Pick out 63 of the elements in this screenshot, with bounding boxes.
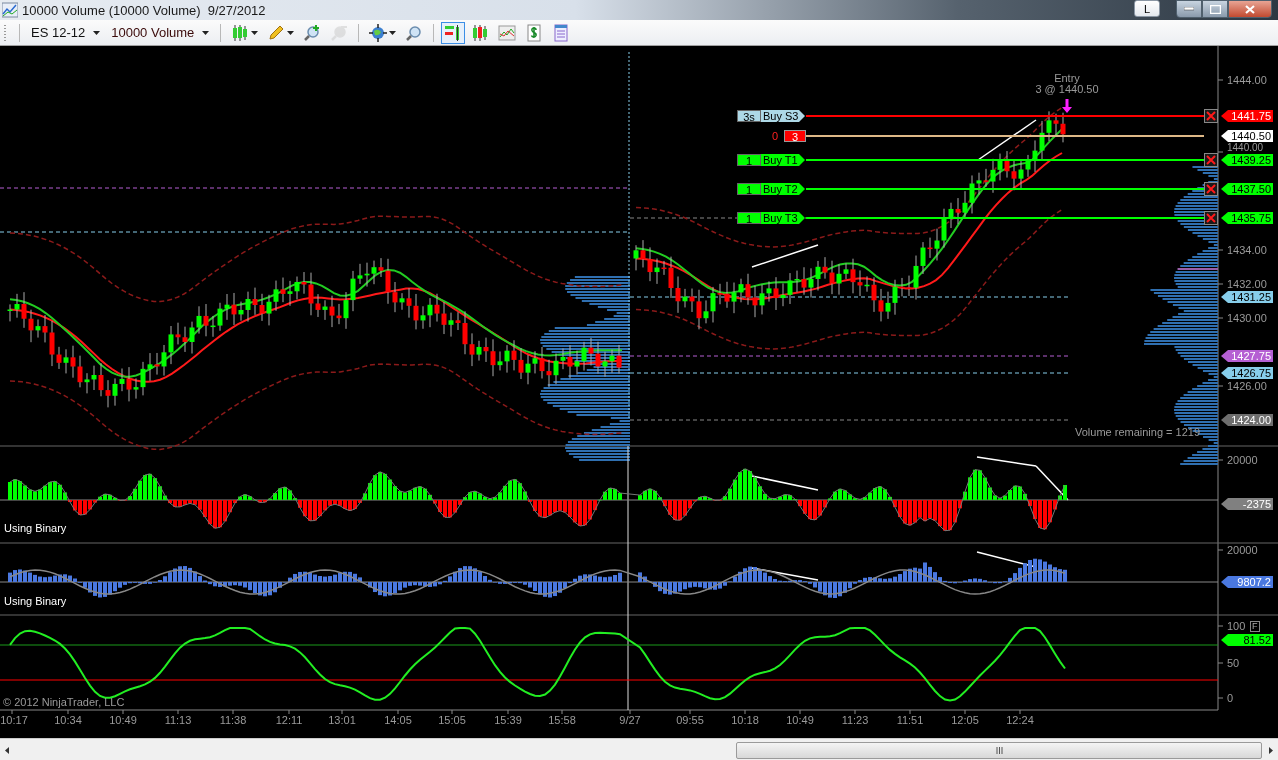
axis-label: 1440.00 [1227,143,1264,153]
axis-label: 1432.00 [1227,278,1267,290]
time-label: 10:17 [0,715,28,726]
price-label: 1439.25 [1221,154,1273,166]
axis-label: 100 [1227,620,1246,632]
instrument-dropdown[interactable]: ES 12-12 [27,25,105,40]
order-label[interactable]: 3 [784,130,806,142]
price-label: 9807.2 [1221,576,1273,588]
time-label: 10:34 [54,715,82,726]
price-label: 1427.75 [1221,350,1273,362]
time-label: 14:05 [384,715,412,726]
order-quantity[interactable]: 1 [737,212,761,224]
price-label: 1431.25 [1221,291,1273,303]
axis-label: 20000 [1227,544,1258,556]
time-label: 11:38 [219,715,247,726]
time-label: 9/27 [619,715,641,726]
order-quantity[interactable]: 1 [737,183,761,195]
time-label: 10:49 [786,715,814,726]
price-label: 1435.75 [1221,212,1273,224]
axis-label: 50 [1227,657,1240,669]
order-label[interactable]: Buy T1 [761,154,805,166]
entry-label: Entry [1054,73,1080,84]
order-quantity[interactable]: 3s [737,110,761,122]
order-label[interactable]: Buy T2 [761,183,805,195]
axis-label: 1426.00 [1227,380,1267,392]
time-label: 09:55 [676,715,704,726]
order-label[interactable]: Buy S3 [761,110,805,122]
time-label: 12:24 [1006,715,1034,726]
time-label: 11:23 [841,715,869,726]
link-button[interactable]: L [1134,0,1160,17]
copyright-text: © 2012 NinjaTrader, LLC [3,697,125,708]
time-label: 15:58 [548,715,576,726]
period-dropdown[interactable]: 10000 Volume [107,25,214,40]
price-label: 1440.50 [1221,130,1273,142]
entry-detail: 3 @ 1440.50 [1035,84,1099,95]
axis-label: 1430.00 [1227,312,1267,324]
price-label: 81.52 [1221,634,1273,646]
axis-label: 1444.00 [1227,74,1267,86]
axis-label: 0 [1227,692,1234,704]
order-quantity[interactable]: 0 [768,130,782,142]
axis-label: 20000 [1227,454,1258,466]
time-label: 10:49 [109,715,137,726]
time-label: 12:11 [275,715,303,726]
indicator-label: Using Binary [4,523,67,534]
time-label: 13:01 [328,715,356,726]
time-label: 10:18 [731,715,759,726]
price-label: 1441.75 [1221,110,1273,122]
time-label: 11:51 [896,715,924,726]
window-title: 10000 Volume (10000 Volume) 9/27/2012 [22,2,267,18]
time-label: 12:05 [951,715,979,726]
price-label: 1437.50 [1221,183,1273,195]
volume-remaining: Volume remaining = 1219 [1075,427,1201,438]
indicator-label: Using Binary [4,596,67,607]
order-quantity[interactable]: 1 [737,154,761,166]
price-label: 1424.00 [1221,414,1273,426]
time-label: 15:39 [494,715,522,726]
price-label: 1426.75 [1221,367,1273,379]
price-label: -2375 [1221,498,1273,510]
order-label[interactable]: Buy T3 [761,212,805,224]
axis-label: 1434.00 [1227,244,1267,256]
time-label: 11:13 [164,715,192,726]
time-label: 15:05 [438,715,466,726]
flag-label: F [1250,621,1260,632]
